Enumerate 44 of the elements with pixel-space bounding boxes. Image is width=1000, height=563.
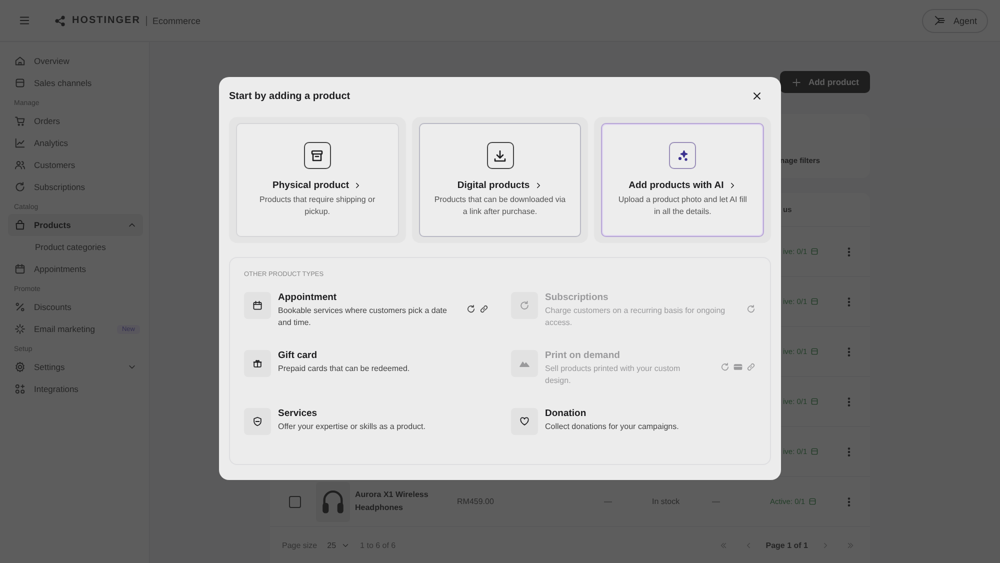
card-icon — [733, 362, 743, 372]
sync-icon — [720, 362, 730, 372]
brand-name: HOSTINGER — [72, 15, 140, 26]
type-title: Donation — [545, 408, 588, 419]
close-icon — [751, 90, 763, 102]
dialog-title: Start by adding a product — [229, 90, 350, 102]
archive-box-icon — [309, 148, 326, 164]
product-option-card[interactable]: Physical product Products that require shipping or pickup. — [236, 123, 399, 237]
type-title: Services — [278, 408, 318, 419]
product-type-item[interactable]: Appointment Bookable services where customers pick a date and time. — [244, 292, 489, 337]
page-indicator: Page 1 of 1 — [766, 540, 808, 550]
type-description: Bookable services where customers pick a date and time. — [278, 305, 448, 329]
option-description: Products that can be downloaded via a link after purchase. — [433, 194, 567, 218]
type-description: Offer your expertise or skills as a product. — [278, 421, 426, 433]
product-option-card[interactable]: Add products with AI Upload a product photo and let AI fill in all the details. — [601, 123, 764, 237]
type-description: Collect donations for your campaigns. — [545, 421, 680, 433]
type-title: Print on demand — [545, 350, 621, 361]
download-icon — [492, 148, 508, 164]
type-description: Sell products printed with your custom design. — [545, 363, 682, 387]
refresh-icon — [519, 300, 530, 311]
shield-icon — [252, 416, 263, 427]
product-type-item[interactable]: Gift card Prepaid cards that can be redeemed. — [244, 350, 489, 395]
link-icon — [479, 304, 489, 314]
type-description: Prepaid cards that can be redeemed. — [278, 363, 411, 375]
product-option-card[interactable]: Digital products Products that can be downloaded via a link after purchase. — [418, 123, 582, 237]
type-title: Gift card — [278, 350, 318, 361]
type-title: Subscriptions — [545, 292, 610, 303]
option-title: Add products with AI — [628, 180, 724, 191]
type-description: Charge customers on a recurring basis for ongoing access. — [545, 305, 726, 329]
option-title: Physical product — [272, 180, 350, 191]
sync-icon — [746, 304, 756, 314]
gift-icon — [252, 358, 263, 369]
heart-icon — [519, 416, 530, 427]
sync-icon — [466, 304, 476, 314]
option-title: Digital products — [457, 180, 530, 191]
calendar-icon — [252, 300, 263, 311]
option-description: Products that require shipping or pickup. — [258, 194, 376, 218]
product-type-item[interactable]: Donation Collect donations for your campaigns. — [511, 408, 756, 453]
option-description: Upload a product photo and let AI fill in all the details. — [617, 194, 748, 218]
table-cell-text: — — [712, 497, 721, 506]
type-title: Appointment — [278, 292, 338, 303]
table-cell-text: — — [604, 497, 613, 506]
link-icon — [746, 362, 756, 372]
product-type-item[interactable]: Services Offer your expertise or skills as a product. — [244, 408, 489, 453]
